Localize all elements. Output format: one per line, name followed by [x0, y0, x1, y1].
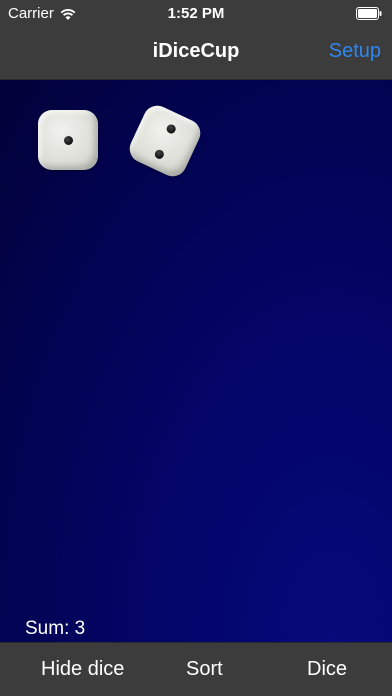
sort-button[interactable]: Sort: [186, 658, 223, 681]
die-one[interactable]: [38, 110, 98, 170]
setup-button[interactable]: Setup: [329, 40, 381, 63]
dice-table[interactable]: [0, 80, 392, 642]
die-two[interactable]: [125, 101, 205, 181]
status-bar: Carrier 1:52 PM: [0, 0, 392, 27]
app-screen: Carrier 1:52 PM iDiceCup Setup Sum: 3 Hi…: [0, 0, 392, 696]
die-face: [38, 110, 98, 170]
bottom-toolbar: Hide dice Sort Dice: [0, 642, 392, 696]
status-time: 1:52 PM: [167, 5, 225, 22]
hide-dice-button[interactable]: Hide dice: [41, 658, 124, 681]
navigation-bar: iDiceCup Setup: [0, 27, 392, 80]
battery-icon: [356, 7, 382, 20]
die-pip: [165, 122, 178, 135]
sum-label: Sum: 3: [25, 618, 86, 639]
die-pip: [64, 136, 73, 145]
die-face: [125, 101, 205, 181]
dice-button[interactable]: Dice: [307, 658, 347, 681]
die-pip: [153, 148, 166, 161]
